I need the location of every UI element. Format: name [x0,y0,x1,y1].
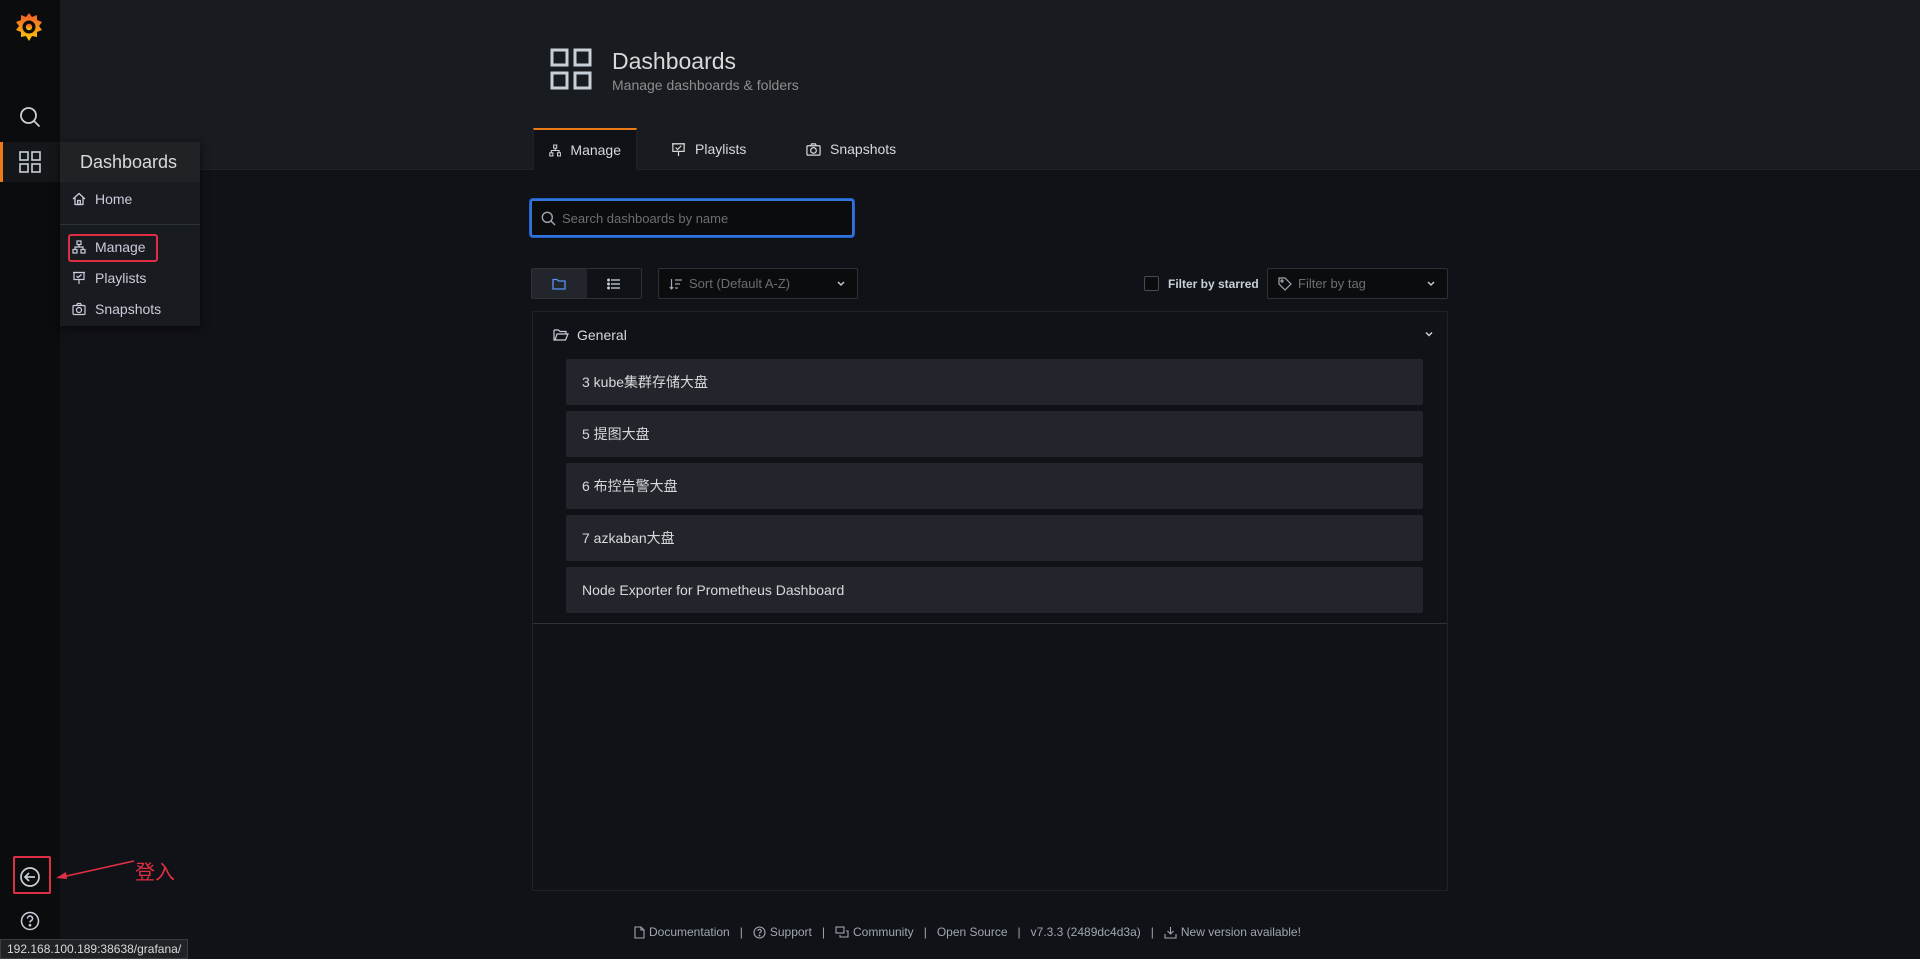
folder-header[interactable]: General [553,327,627,343]
tag-filter-select[interactable]: Filter by tag [1267,268,1448,299]
list-view-button[interactable] [587,269,642,298]
presentation-icon [73,271,85,284]
side-menu [0,0,60,959]
footer-support-link[interactable]: Support [753,925,812,939]
tab-label: Playlists [695,141,747,157]
presentation-icon [671,142,686,156]
tab-playlists[interactable]: Playlists [656,128,761,170]
starred-label: Filter by starred [1168,276,1259,291]
dropdown-item-home[interactable]: Home [72,186,132,212]
tab-label: Snapshots [830,141,897,157]
manage-highlight-box [68,234,158,262]
folder-name: General [577,327,627,343]
dashboard-row[interactable]: 6 布控告警大盘 [566,463,1423,509]
page-title: Dashboards [612,48,737,74]
tab-manage[interactable]: Manage [533,128,637,170]
dashboard-list: General 3 kube集群存储大盘 5 提图大盘 6 布控告警大盘 7 a… [532,311,1448,891]
sign-in-highlight-box [13,856,51,894]
sort-select[interactable]: Sort (Default A-Z) [658,268,858,299]
footer-version: v7.3.3 (2489dc4d3a) [1030,925,1141,939]
document-icon [634,925,645,939]
view-mode-toggle [531,268,642,299]
dashboard-row[interactable]: Node Exporter for Prometheus Dashboard [566,567,1423,613]
page-header: Dashboards Manage dashboards & folders M… [60,0,1920,170]
dashboard-row[interactable]: 5 提图大盘 [566,411,1423,457]
tag-placeholder: Filter by tag [1298,276,1366,291]
status-url-bar: 192.168.100.189:38638/grafana/ [0,939,189,959]
starred-checkbox[interactable] [1144,276,1159,291]
active-indicator [0,142,3,182]
search-icon[interactable] [15,102,45,132]
grafana-logo-icon[interactable] [12,10,46,44]
chevron-down-icon [1427,281,1435,286]
folder-view-button[interactable] [532,269,587,298]
page-subtitle: Manage dashboards & folders [612,77,799,93]
search-input[interactable] [562,206,842,230]
comments-icon [835,925,849,938]
folder-open-icon [553,329,569,341]
dropdown-title[interactable]: Dashboards [60,142,200,182]
sort-icon [669,278,682,290]
dashboard-row[interactable]: 3 kube集群存储大盘 [566,359,1423,405]
annotation-arrow-icon [56,860,135,879]
dropdown-item-playlists[interactable]: Playlists [72,265,146,291]
help-icon[interactable] [15,906,45,936]
dashboards-header-icon [550,48,592,90]
tab-label: Manage [570,142,621,158]
footer: Documentation | Support | Community | Op… [634,925,1301,939]
home-icon [72,192,86,206]
list-divider [533,623,1447,624]
annotation-label: 登入 [135,860,175,884]
folder-icon [552,278,566,290]
chevron-down-icon[interactable] [1423,328,1435,340]
footer-community-link[interactable]: Community [835,925,914,939]
dashboard-row[interactable]: 7 azkaban大盘 [566,515,1423,561]
camera-icon [72,302,86,316]
tab-snapshots[interactable]: Snapshots [791,128,911,170]
camera-icon [806,142,821,156]
download-icon [1164,926,1177,939]
sitemap-icon [549,144,562,156]
tag-icon [1278,276,1292,291]
dropdown-divider [60,224,200,225]
dashboards-apps-icon[interactable] [15,147,45,177]
dashboard-search [530,199,854,237]
footer-open-source-link[interactable]: Open Source [937,925,1008,939]
sort-placeholder: Sort (Default A-Z) [689,276,791,291]
footer-documentation-link[interactable]: Documentation [634,925,730,939]
filter-by-starred[interactable]: Filter by starred [1144,276,1259,291]
chevron-down-icon [837,281,845,286]
question-circle-icon [753,925,766,939]
footer-new-version-link[interactable]: New version available! [1164,925,1301,939]
dropdown-item-snapshots[interactable]: Snapshots [72,296,161,322]
search-icon [541,211,556,226]
list-icon [606,278,620,289]
